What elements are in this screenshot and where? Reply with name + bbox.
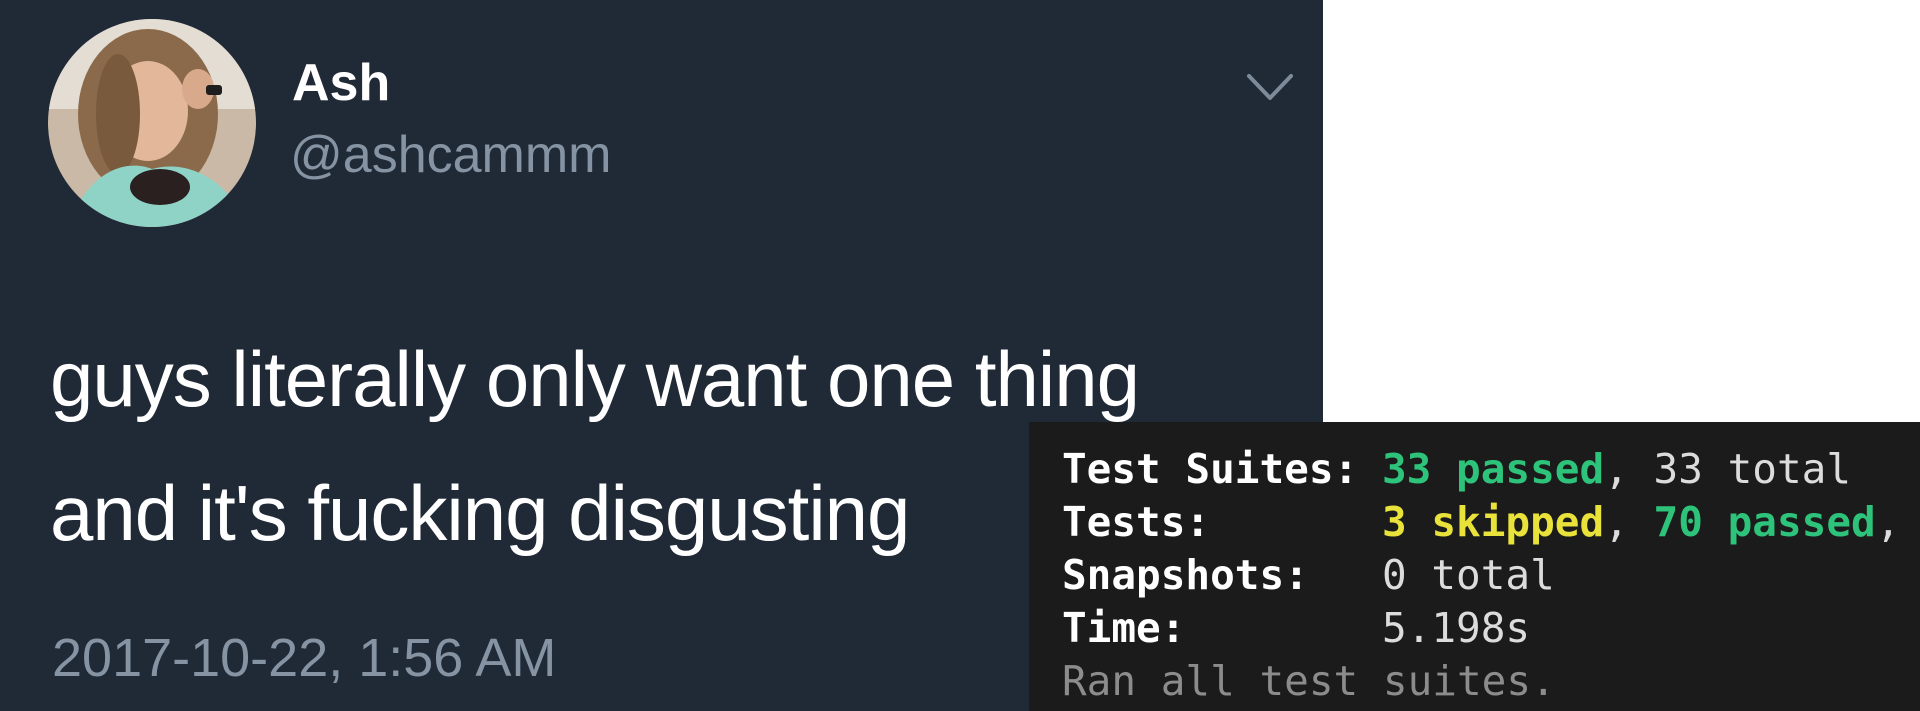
test-suites-passed: 33 passed — [1382, 445, 1605, 493]
tests-passed: 70 passed — [1653, 498, 1876, 546]
chevron-down-icon[interactable] — [1245, 68, 1295, 108]
test-suites-total: , 33 total — [1604, 445, 1852, 493]
avatar-photo — [48, 19, 256, 227]
tests-skipped: 3 skipped — [1382, 498, 1605, 546]
terminal-row-snapshots: Snapshots: 0 total — [1062, 549, 1920, 602]
display-name[interactable]: Ash — [292, 52, 390, 114]
terminal-output: Test Suites: 33 passed, 33 total Tests: 3 … — [1029, 422, 1920, 711]
tweet-timestamp[interactable]: 2017-10-22, 1:56 AM — [52, 626, 556, 690]
tweet-text-line-2: and it's fucking disgusting — [50, 469, 910, 557]
terminal-row-tests: Tests: 3 skipped, 70 passed, — [1062, 496, 1920, 549]
time-label: Time: — [1062, 604, 1186, 652]
terminal-row-test-suites: Test Suites: 33 passed, 33 total — [1062, 443, 1920, 496]
avatar[interactable] — [48, 19, 256, 227]
test-suites-label: Test Suites: — [1062, 445, 1359, 493]
terminal-footer: Ran all test suites. — [1062, 657, 1556, 705]
tests-separator: , — [1604, 498, 1654, 546]
tweet-text-line-1: guys literally only want one thing — [50, 335, 1140, 423]
tests-trailing-comma: , — [1875, 498, 1901, 546]
tests-label: Tests: — [1062, 498, 1211, 546]
user-handle[interactable]: @ashcammm — [290, 124, 612, 186]
snapshots-label: Snapshots: — [1062, 551, 1309, 599]
terminal-row-time: Time: 5.198s — [1062, 602, 1920, 655]
snapshots-total: 0 total — [1382, 551, 1555, 599]
time-value: 5.198s — [1382, 604, 1531, 652]
